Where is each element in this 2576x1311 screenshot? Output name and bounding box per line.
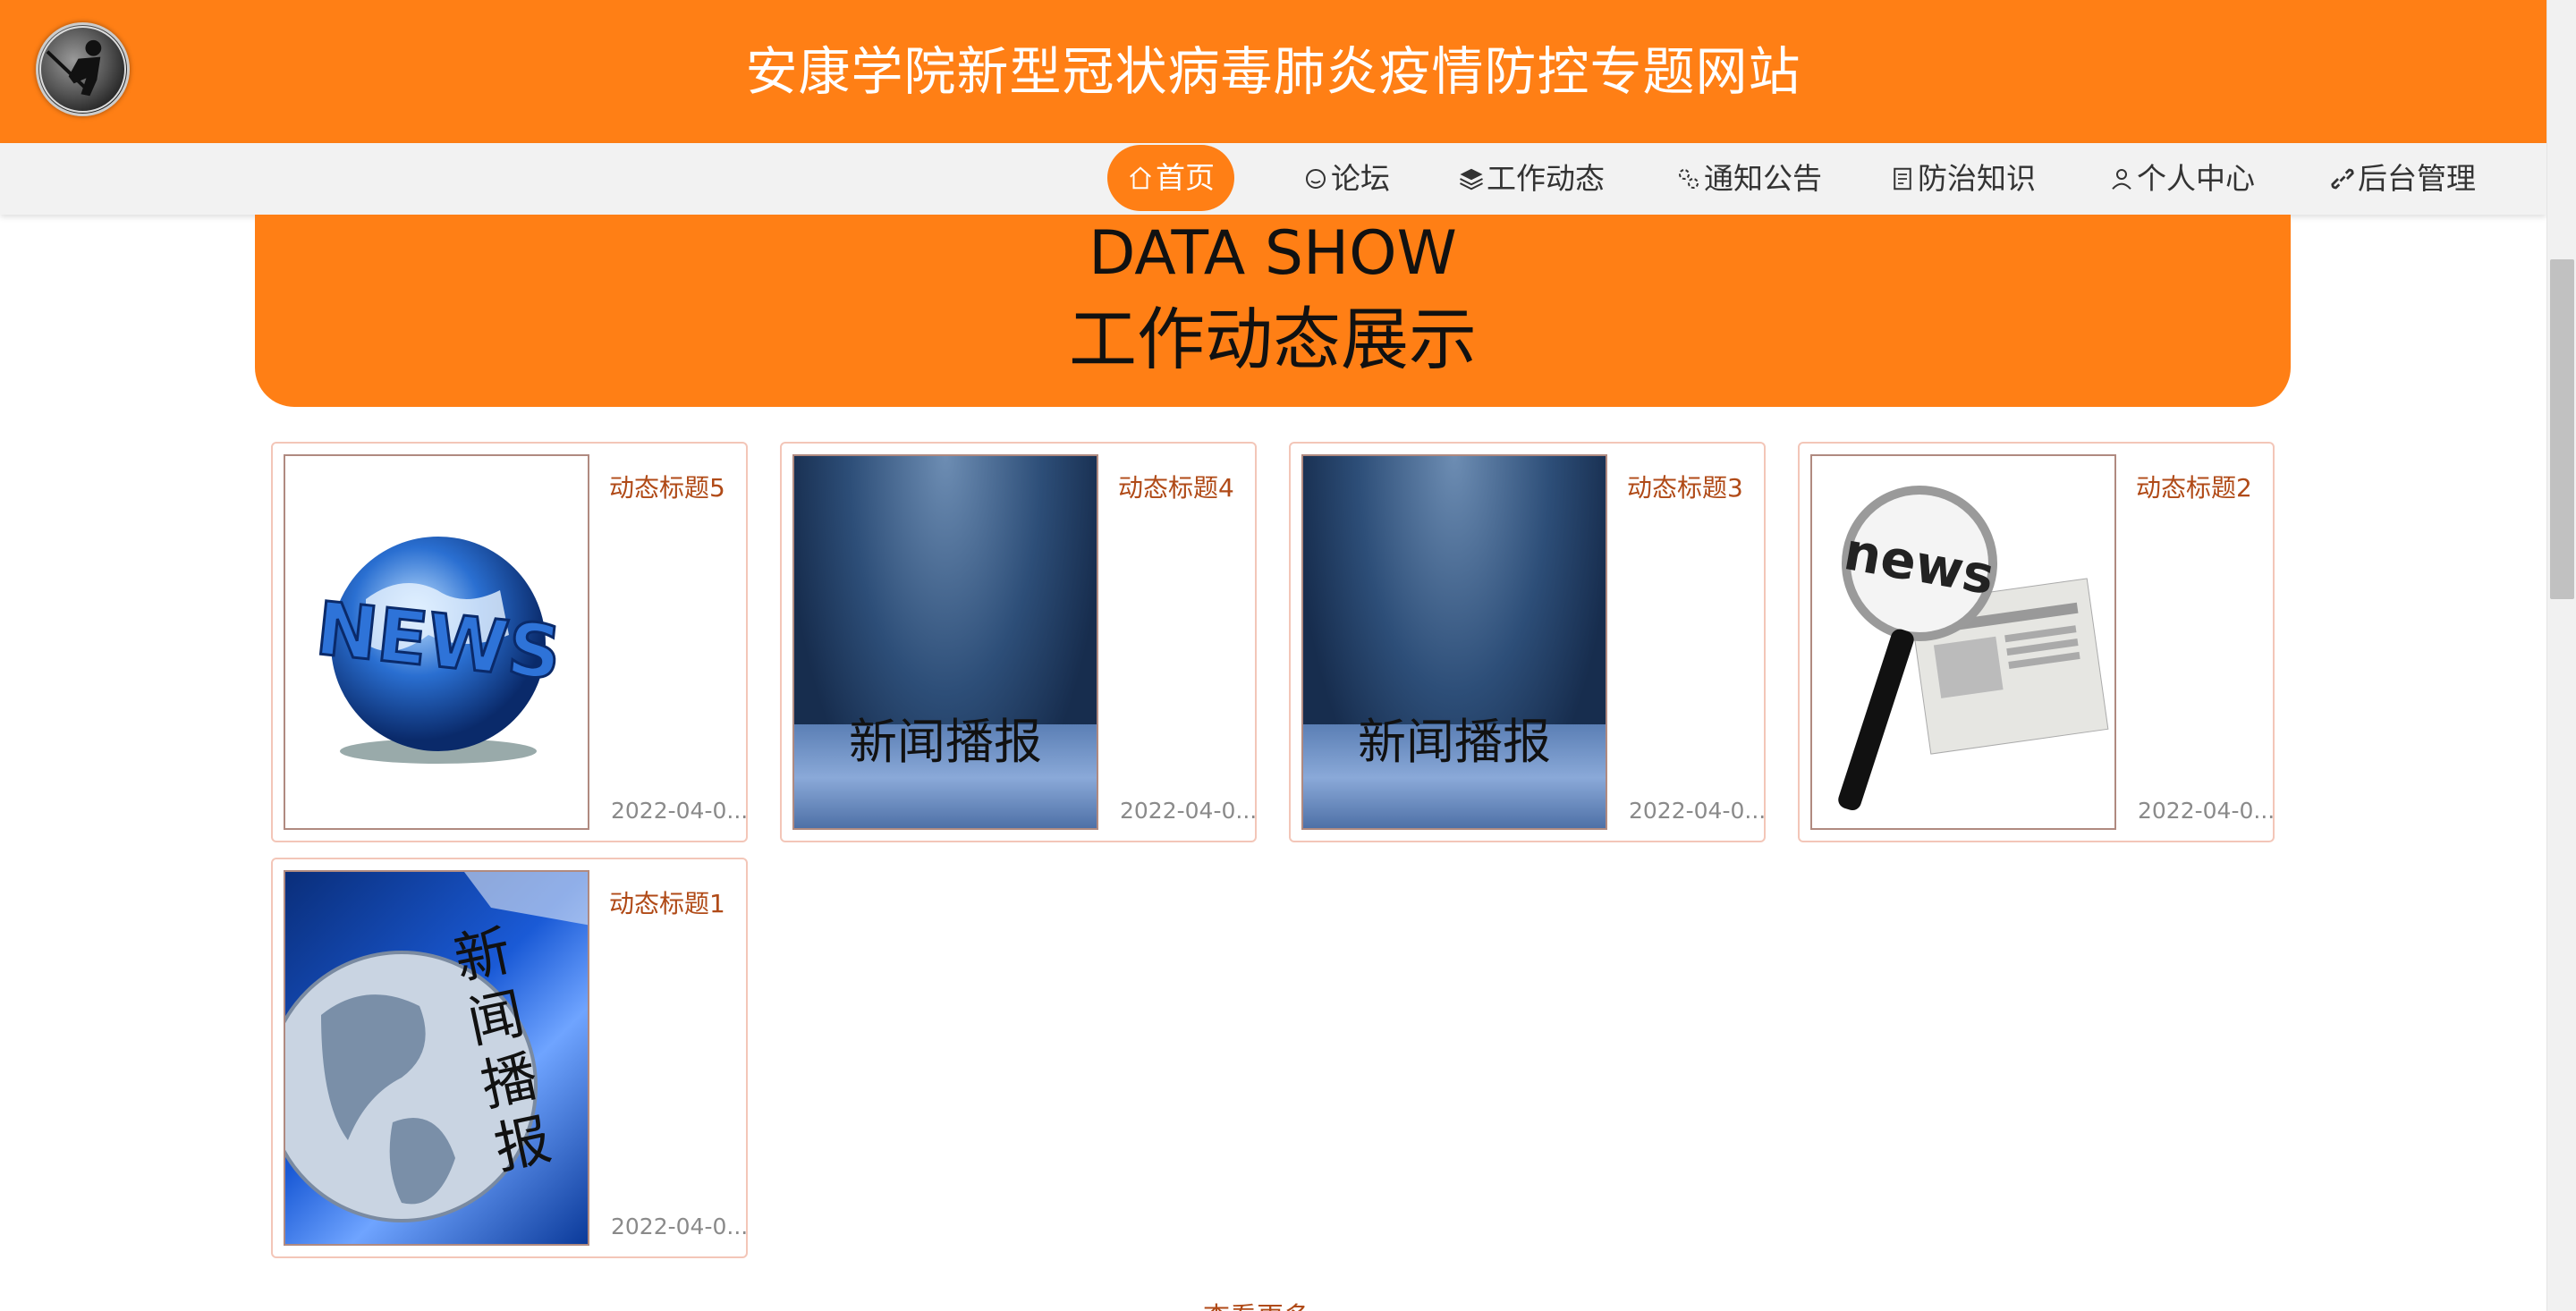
nav-item-profile[interactable]: 个人中心	[2108, 143, 2255, 215]
news-card[interactable]: news 动态标题2 2022-04-0...	[1798, 442, 2275, 842]
site-title: 安康学院新型冠状病毒肺炎疫情防控专题网站	[745, 41, 1801, 102]
home-icon	[1130, 166, 1151, 190]
nav-item-label: 通知公告	[1704, 161, 1822, 196]
card-date: 2022-04-0...	[1629, 798, 1767, 824]
nav-item-label: 论坛	[1331, 161, 1390, 196]
nav-item-work-news[interactable]: 工作动态	[1458, 143, 1605, 215]
vertical-scrollbar[interactable]	[2546, 0, 2576, 1311]
document-icon	[1894, 167, 1911, 190]
nav-item-admin[interactable]: 后台管理	[2329, 143, 2476, 215]
scrollbar-thumb[interactable]	[2550, 259, 2574, 599]
nav-item-knowledge[interactable]: 防治知识	[1889, 143, 2036, 215]
news-stage-image[interactable]: 新闻播报	[792, 454, 1098, 830]
news-card[interactable]: 新闻播报 动态标题1 2022-04-0...	[271, 858, 748, 1258]
nav-item-label: 个人中心	[2137, 161, 2255, 196]
card-title[interactable]: 动态标题4	[1118, 469, 1234, 504]
stage-caption: 新闻播报	[849, 714, 1042, 770]
chat-icon	[1306, 169, 1326, 189]
card-title[interactable]: 动态标题1	[609, 884, 725, 920]
nav-item-label: 首页	[1156, 160, 1215, 195]
main-nav: 首页 论坛 工作动态 通知公告 防治知识 个人中心 后台管理	[0, 143, 2546, 215]
news-globe-image[interactable]: NEWS	[284, 454, 589, 830]
news-card[interactable]: NEWS 动态标题5 2022-04-0...	[271, 442, 748, 842]
layers-icon	[1460, 168, 1483, 190]
section-banner: DATA SHOW 工作动态展示	[255, 215, 2291, 407]
news-card[interactable]: 新闻播报 动态标题4 2022-04-0...	[780, 442, 1257, 842]
card-date: 2022-04-0...	[611, 798, 749, 824]
card-date: 2022-04-0...	[2138, 798, 2275, 824]
card-title[interactable]: 动态标题5	[609, 469, 725, 504]
banner-title-cn: 工作动态展示	[1069, 300, 1477, 379]
card-date: 2022-04-0...	[611, 1214, 749, 1239]
megaphone-icon	[1679, 169, 1699, 189]
card-title[interactable]: 动态标题2	[2136, 469, 2252, 504]
card-date: 2022-04-0...	[1120, 798, 1258, 824]
card-title[interactable]: 动态标题3	[1627, 469, 1743, 504]
user-icon	[2112, 169, 2131, 190]
news-stage-image[interactable]: 新闻播报	[1301, 454, 1607, 830]
nav-item-notices[interactable]: 通知公告	[1675, 143, 1822, 215]
link-icon	[2331, 168, 2354, 190]
banner-title-en: DATA SHOW	[1089, 218, 1457, 289]
nav-item-label: 后台管理	[2358, 161, 2476, 196]
magnifier-newspaper-image[interactable]: news	[1810, 454, 2116, 830]
nav-item-label: 防治知识	[1918, 161, 2036, 196]
nav-item-home[interactable]: 首页	[1107, 145, 1234, 211]
nav-item-forum[interactable]: 论坛	[1302, 143, 1390, 215]
stage-caption: 新闻播报	[1358, 714, 1551, 770]
view-more-link[interactable]: 查看更多 »	[1203, 1295, 1335, 1311]
news-card[interactable]: 新闻播报 动态标题3 2022-04-0...	[1289, 442, 1766, 842]
nav-item-label: 工作动态	[1487, 161, 1605, 196]
earth-news-image[interactable]: 新闻播报	[284, 870, 589, 1246]
site-header: 安康学院新型冠状病毒肺炎疫情防控专题网站	[0, 0, 2546, 143]
